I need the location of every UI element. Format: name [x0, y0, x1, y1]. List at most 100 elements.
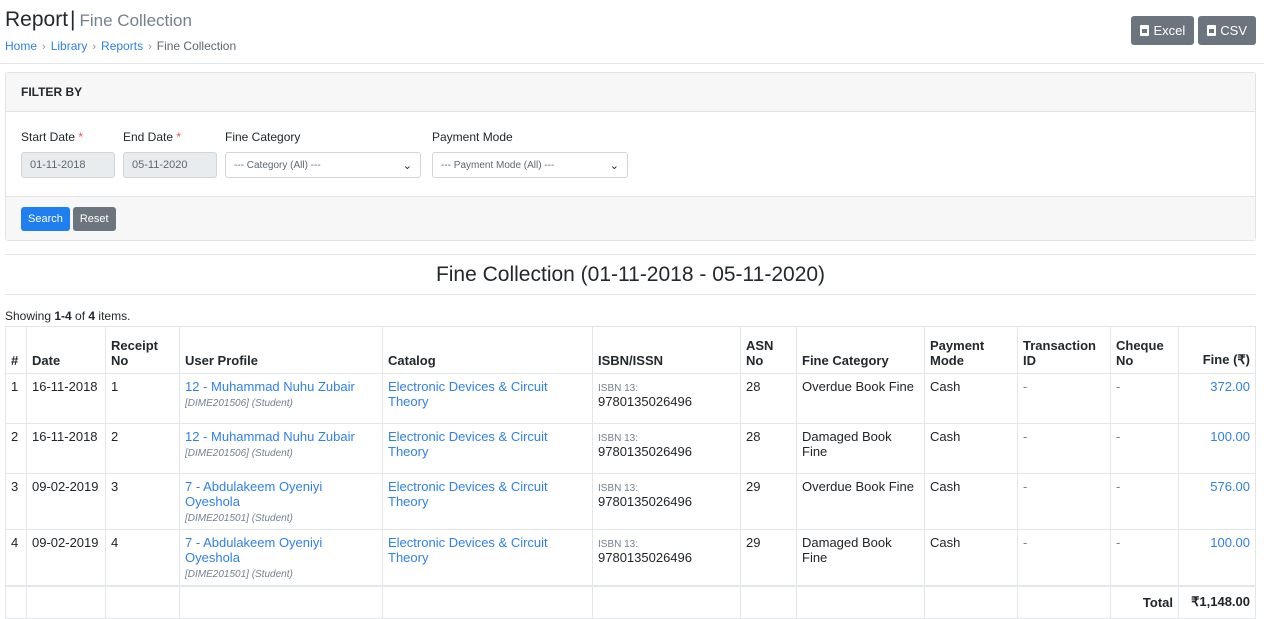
- payment-mode-select[interactable]: --- Payment Mode (All) --- ⌄: [432, 152, 628, 178]
- user-profile-link[interactable]: 12 - Muhammad Nuhu Zubair: [185, 429, 355, 444]
- row-receipt-no: 3: [105, 473, 180, 530]
- row-transaction-id: -: [1017, 373, 1111, 424]
- page-header: Report| Fine Collection Home › Library › Repo…: [0, 0, 1264, 64]
- filter-fields: Start Date * 01-11-2018 End Date * 05-11…: [6, 112, 1255, 196]
- isbn-prefix: ISBN 13:: [598, 539, 639, 550]
- report-title: Fine Collection (01-11-2018 - 05-11-2020…: [435, 262, 826, 286]
- csv-file-icon: [1207, 25, 1217, 36]
- col-receipt-no: Receipt No: [105, 326, 180, 374]
- breadcrumb-home[interactable]: Home: [5, 39, 37, 53]
- col-payment-mode: Payment Mode: [924, 326, 1018, 374]
- row-receipt-no: 2: [105, 423, 180, 474]
- page-title: Report| Fine Collection: [5, 8, 1258, 33]
- row-cheque-no: -: [1110, 529, 1179, 587]
- row-asn-no: 28: [740, 423, 797, 474]
- export-csv-button[interactable]: CSV: [1198, 16, 1256, 45]
- row-transaction-id: -: [1017, 473, 1111, 530]
- breadcrumb-library[interactable]: Library: [51, 39, 88, 53]
- chevron-down-icon: ⌄: [609, 159, 619, 172]
- user-meta: [DIME201501] (Student): [185, 513, 293, 524]
- row-cheque-no: -: [1110, 423, 1179, 474]
- export-excel-button[interactable]: Excel: [1131, 16, 1195, 45]
- fine-amount-link[interactable]: 100.00: [1210, 429, 1250, 444]
- row-user-profile: 12 - Muhammad Nuhu Zubair [DIME201506] (S…: [179, 373, 383, 424]
- row-fine-category: Overdue Book Fine: [796, 473, 925, 530]
- fine-category-group: Fine Category --- Category (All) --- ⌄: [225, 130, 421, 196]
- user-profile-link[interactable]: 7 - Abdulakeem Oyeniyi Oyeshola: [185, 535, 322, 565]
- row-asn-no: 28: [740, 373, 797, 424]
- row-index: 4: [5, 529, 27, 587]
- breadcrumb-current: Fine Collection: [156, 39, 237, 53]
- table-body: 1 16-11-2018 1 12 - Muhammad Nuhu Zubair [DI…: [5, 373, 1256, 587]
- col-transaction-id: Transaction ID: [1017, 326, 1111, 374]
- row-date: 16-11-2018: [26, 373, 106, 424]
- table-row: 4 09-02-2019 4 7 - Abdulakeem Oyeniyi Oyesh…: [5, 529, 1256, 587]
- row-fine-category: Damaged Book Fine: [796, 423, 925, 474]
- row-asn-no: 29: [740, 473, 797, 530]
- payment-mode-selected: --- Payment Mode (All) ---: [441, 159, 555, 171]
- row-fine: 100.00: [1178, 529, 1256, 587]
- page-subtitle: Fine Collection: [79, 11, 192, 30]
- row-fine: 576.00: [1178, 473, 1256, 530]
- row-user-profile: 7 - Abdulakeem Oyeniyi Oyeshola [DIME2015…: [179, 473, 383, 530]
- excel-file-icon: [1140, 25, 1150, 36]
- table-total-row: Total ₹1,148.00: [5, 585, 1256, 619]
- row-fine-category: Damaged Book Fine: [796, 529, 925, 587]
- search-button[interactable]: Search: [21, 207, 70, 231]
- catalog-link[interactable]: Electronic Devices & Circuit Theory: [388, 429, 548, 459]
- isbn-value: 9780135026496: [598, 444, 692, 459]
- title-separator: |: [70, 8, 76, 31]
- table-row: 1 16-11-2018 1 12 - Muhammad Nuhu Zubair [DI…: [5, 373, 1256, 424]
- fine-amount-link[interactable]: 576.00: [1210, 479, 1250, 494]
- fine-amount-link[interactable]: 372.00: [1210, 379, 1250, 394]
- col-fine: Fine (₹): [1178, 326, 1256, 374]
- payment-mode-group: Payment Mode --- Payment Mode (All) --- …: [432, 130, 628, 196]
- col-index: #: [5, 326, 27, 374]
- col-cheque-no: Cheque No: [1110, 326, 1179, 374]
- row-payment-mode: Cash: [924, 423, 1018, 474]
- fine-category-select[interactable]: --- Category (All) --- ⌄: [225, 152, 421, 178]
- row-payment-mode: Cash: [924, 529, 1018, 587]
- start-date-group: Start Date * 01-11-2018: [21, 130, 115, 196]
- breadcrumb-reports[interactable]: Reports: [101, 39, 143, 53]
- row-catalog: Electronic Devices & Circuit Theory: [382, 473, 593, 530]
- row-fine: 372.00: [1178, 373, 1256, 424]
- row-payment-mode: Cash: [924, 473, 1018, 530]
- breadcrumb: Home › Library › Reports › Fine Collection: [5, 39, 1258, 53]
- fine-category-label: Fine Category: [225, 130, 301, 144]
- table-row: 3 09-02-2019 3 7 - Abdulakeem Oyeniyi Oyesh…: [5, 473, 1256, 530]
- isbn-prefix: ISBN 13:: [598, 433, 639, 444]
- catalog-link[interactable]: Electronic Devices & Circuit Theory: [388, 379, 548, 409]
- isbn-prefix: ISBN 13:: [598, 483, 639, 494]
- user-profile-link[interactable]: 7 - Abdulakeem Oyeniyi Oyeshola: [185, 479, 322, 509]
- row-isbn: ISBN 13: 9780135026496: [592, 473, 741, 530]
- row-catalog: Electronic Devices & Circuit Theory: [382, 423, 593, 474]
- user-profile-link[interactable]: 12 - Muhammad Nuhu Zubair: [185, 379, 355, 394]
- start-date-input[interactable]: 01-11-2018: [21, 152, 115, 178]
- row-cheque-no: -: [1110, 473, 1179, 530]
- row-transaction-id: -: [1017, 423, 1111, 474]
- start-date-label: Start Date *: [21, 130, 84, 144]
- row-isbn: ISBN 13: 9780135026496: [592, 423, 741, 474]
- col-catalog: Catalog: [382, 326, 593, 374]
- catalog-link[interactable]: Electronic Devices & Circuit Theory: [388, 535, 548, 565]
- fine-category-selected: --- Category (All) ---: [234, 159, 321, 171]
- isbn-prefix: ISBN 13:: [598, 383, 639, 394]
- end-date-input[interactable]: 05-11-2020: [123, 152, 217, 178]
- row-catalog: Electronic Devices & Circuit Theory: [382, 373, 593, 424]
- table-header-row: # Date Receipt No User Profile Catalog I…: [5, 326, 1256, 374]
- total-value: ₹1,148.00: [1178, 585, 1256, 619]
- isbn-value: 9780135026496: [598, 550, 692, 565]
- export-csv-label: CSV: [1220, 23, 1247, 38]
- row-payment-mode: Cash: [924, 373, 1018, 424]
- catalog-link[interactable]: Electronic Devices & Circuit Theory: [388, 479, 548, 509]
- row-receipt-no: 1: [105, 373, 180, 424]
- filter-actions: Search Reset: [6, 196, 1255, 240]
- reset-button[interactable]: Reset: [72, 207, 116, 231]
- isbn-value: 9780135026496: [598, 494, 692, 509]
- end-date-group: End Date * 05-11-2020: [123, 130, 217, 196]
- row-index: 2: [5, 423, 27, 474]
- fine-amount-link[interactable]: 100.00: [1210, 535, 1250, 550]
- filter-panel: FILTER BY Start Date * 01-11-2018 End Da…: [5, 72, 1256, 241]
- row-cheque-no: -: [1110, 373, 1179, 424]
